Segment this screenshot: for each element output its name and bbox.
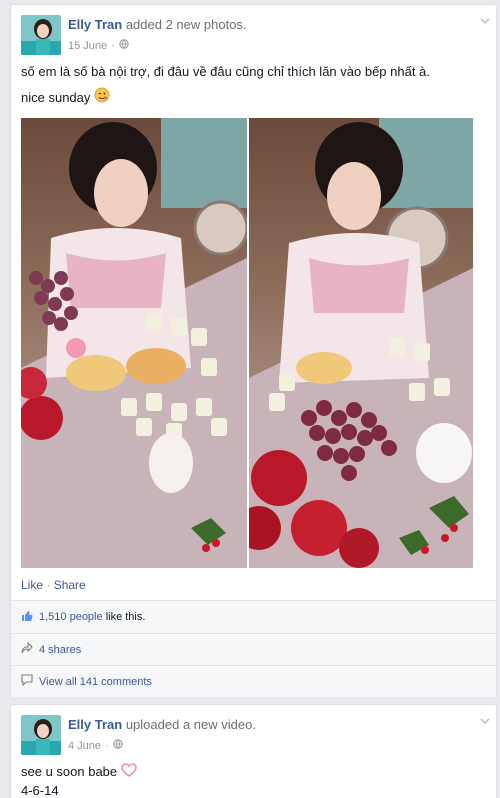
view-comments-link[interactable]: View all 141 comments xyxy=(39,676,152,688)
post-text: số em là số bà nội trợ, đi đâu về đâu cũ… xyxy=(21,61,430,110)
post-text-line-2: nice sunday xyxy=(21,87,430,110)
comment-icon xyxy=(21,674,33,689)
author-name[interactable]: Elly Tran xyxy=(68,717,122,732)
post-photo-1[interactable] xyxy=(21,118,247,568)
chevron-down-icon[interactable] xyxy=(477,15,493,31)
wink-emoji-icon xyxy=(94,87,110,110)
post-header: Elly Tran added 2 new photos. xyxy=(68,17,247,32)
post-text-line-1: số em là số bà nội trợ, đi đâu về đâu cũ… xyxy=(21,64,430,79)
heart-icon xyxy=(121,763,137,782)
post-meta: 4 June · xyxy=(68,739,123,752)
post-photo-2[interactable] xyxy=(249,118,473,568)
share-icon xyxy=(21,641,33,657)
shares-link[interactable]: 4 shares xyxy=(39,644,81,656)
post-action: added 2 new photos. xyxy=(125,17,247,32)
post-header: Elly Tran uploaded a new video. xyxy=(68,717,256,732)
author-name[interactable]: Elly Tran xyxy=(68,17,122,32)
share-button[interactable]: Share xyxy=(54,578,86,592)
chevron-down-icon[interactable] xyxy=(477,715,493,731)
post-date[interactable]: 15 June xyxy=(68,40,107,52)
post-text-line-2: 4-6-14 xyxy=(21,783,59,798)
post-meta: 15 June · xyxy=(68,39,129,52)
likes-suffix: like this. xyxy=(105,611,146,623)
post-actions: Like · Share xyxy=(21,578,86,592)
globe-icon xyxy=(113,739,123,752)
likes-row: 1,510 people like this. xyxy=(11,601,496,633)
comments-row: View all 141 comments xyxy=(11,665,496,697)
post-text-line-1: see u soon babe xyxy=(21,763,137,782)
author-avatar[interactable] xyxy=(21,15,61,55)
post-date[interactable]: 4 June xyxy=(68,740,101,752)
social-summary: 1,510 people like this. 4 shares View al… xyxy=(11,600,496,697)
globe-icon xyxy=(119,39,129,52)
like-button[interactable]: Like xyxy=(21,578,43,592)
post-card: Elly Tran uploaded a new video. 4 June ·… xyxy=(10,704,497,798)
post-action: uploaded a new video. xyxy=(125,717,256,732)
likes-count[interactable]: 1,510 people xyxy=(39,611,103,623)
thumbs-up-icon xyxy=(21,610,33,625)
post-card: Elly Tran added 2 new photos. 15 June · … xyxy=(10,4,497,697)
post-text: see u soon babe 4-6-14 xyxy=(21,763,137,798)
author-avatar[interactable] xyxy=(21,715,61,755)
shares-row: 4 shares xyxy=(11,633,496,665)
